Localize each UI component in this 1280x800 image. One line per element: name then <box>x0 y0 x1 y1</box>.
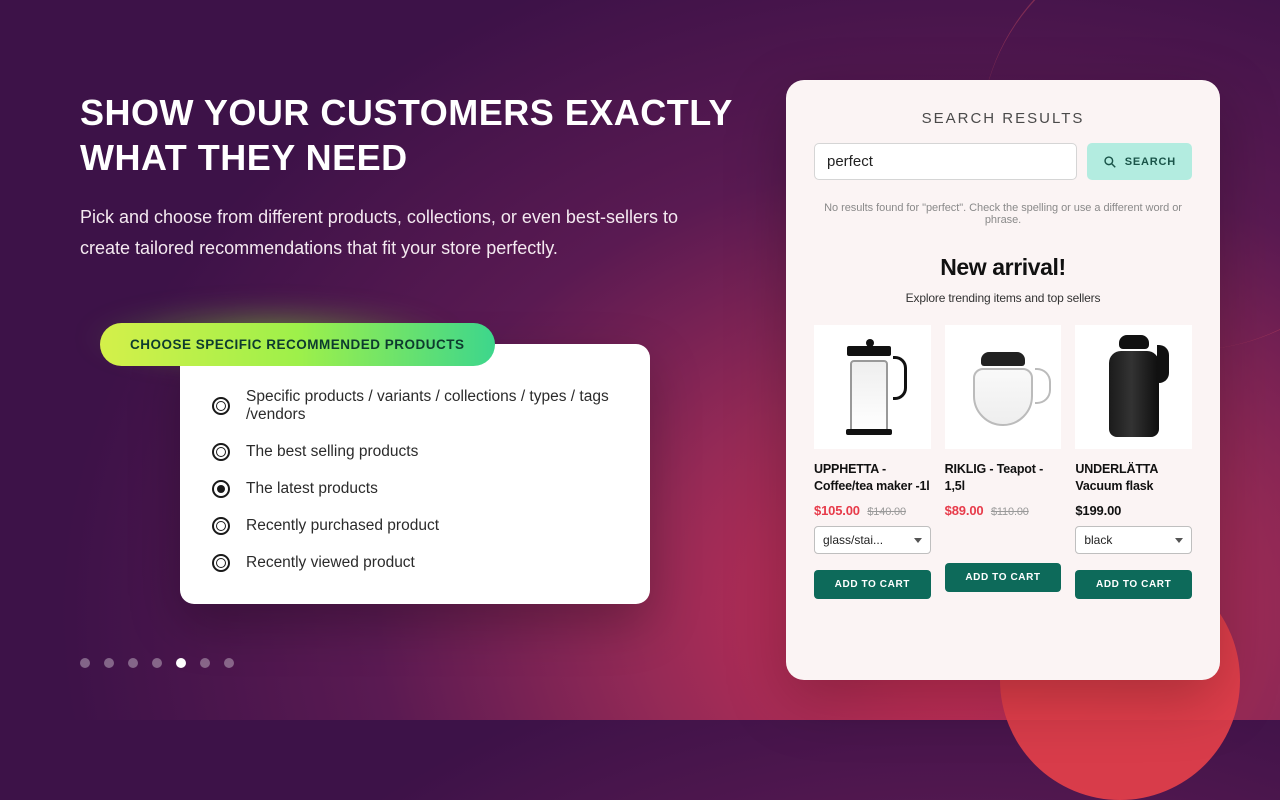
option-label: Recently viewed product <box>246 554 415 572</box>
product-image <box>814 325 931 449</box>
price-compare: $140.00 <box>867 506 906 518</box>
option-label: Specific products / variants / collectio… <box>246 388 610 424</box>
option-row[interactable]: Recently viewed product <box>212 554 610 572</box>
search-input[interactable] <box>814 143 1077 180</box>
option-row[interactable]: The latest products <box>212 480 610 498</box>
option-label: The latest products <box>246 480 378 498</box>
variant-select[interactable]: glass/stai... <box>814 526 931 554</box>
product-price: $199.00 <box>1075 503 1192 518</box>
search-results-panel: SEARCH RESULTS SEARCH No results found f… <box>786 80 1220 680</box>
option-row[interactable]: Recently purchased product <box>212 517 610 535</box>
pagination-dot[interactable] <box>104 658 114 668</box>
pagination-dot[interactable] <box>224 658 234 668</box>
product-card: UPPHETTA - Coffee/tea maker -1l $105.00 … <box>814 325 931 599</box>
option-label: The best selling products <box>246 443 418 461</box>
pagination-dot[interactable] <box>80 658 90 668</box>
option-row[interactable]: Specific products / variants / collectio… <box>212 388 610 424</box>
option-row[interactable]: The best selling products <box>212 443 610 461</box>
product-name: UPPHETTA - Coffee/tea maker -1l <box>814 461 931 495</box>
product-image <box>945 325 1062 449</box>
pagination-dot[interactable] <box>176 658 186 668</box>
add-to-cart-button[interactable]: ADD TO CART <box>1075 570 1192 599</box>
add-to-cart-button[interactable]: ADD TO CART <box>945 563 1062 592</box>
section-title: New arrival! <box>814 254 1192 281</box>
search-button-label: SEARCH <box>1125 156 1176 168</box>
price-current: $199.00 <box>1075 503 1121 518</box>
no-results-message: No results found for "perfect". Check th… <box>814 202 1192 226</box>
product-name: RIKLIG - Teapot - 1,5l <box>945 461 1062 495</box>
headline: SHOW YOUR CUSTOMERS EXACTLY WHAT THEY NE… <box>80 90 746 180</box>
product-grid: UPPHETTA - Coffee/tea maker -1l $105.00 … <box>814 325 1192 599</box>
price-current: $89.00 <box>945 503 984 518</box>
product-name: UNDERLÄTTA Vacuum flask <box>1075 461 1192 495</box>
search-icon <box>1103 155 1117 169</box>
options-card: Specific products / variants / collectio… <box>180 344 650 604</box>
option-label: Recently purchased product <box>246 517 439 535</box>
config-area: CHOOSE SPECIFIC RECOMMENDED PRODUCTS Spe… <box>100 323 746 604</box>
config-pill: CHOOSE SPECIFIC RECOMMENDED PRODUCTS <box>100 323 495 366</box>
product-card: RIKLIG - Teapot - 1,5l $89.00 $110.00 AD… <box>945 325 1062 599</box>
pagination-dot[interactable] <box>200 658 210 668</box>
radio-icon <box>212 517 230 535</box>
variant-select[interactable]: black <box>1075 526 1192 554</box>
subhead: Pick and choose from different products,… <box>80 202 680 263</box>
radio-icon <box>212 480 230 498</box>
radio-icon <box>212 554 230 572</box>
product-price: $89.00 $110.00 <box>945 503 1062 518</box>
product-price: $105.00 $140.00 <box>814 503 931 518</box>
radio-icon <box>212 397 230 415</box>
add-to-cart-button[interactable]: ADD TO CART <box>814 570 931 599</box>
pagination-dots <box>80 658 234 668</box>
pagination-dot[interactable] <box>128 658 138 668</box>
radio-icon <box>212 443 230 461</box>
variant-spacer <box>945 526 1062 555</box>
product-card: UNDERLÄTTA Vacuum flask $199.00 black AD… <box>1075 325 1192 599</box>
search-button[interactable]: SEARCH <box>1087 143 1192 180</box>
product-image <box>1075 325 1192 449</box>
section-subtitle: Explore trending items and top sellers <box>814 291 1192 305</box>
pagination-dot[interactable] <box>152 658 162 668</box>
price-compare: $110.00 <box>991 506 1029 518</box>
price-current: $105.00 <box>814 503 860 518</box>
panel-title: SEARCH RESULTS <box>814 110 1192 127</box>
